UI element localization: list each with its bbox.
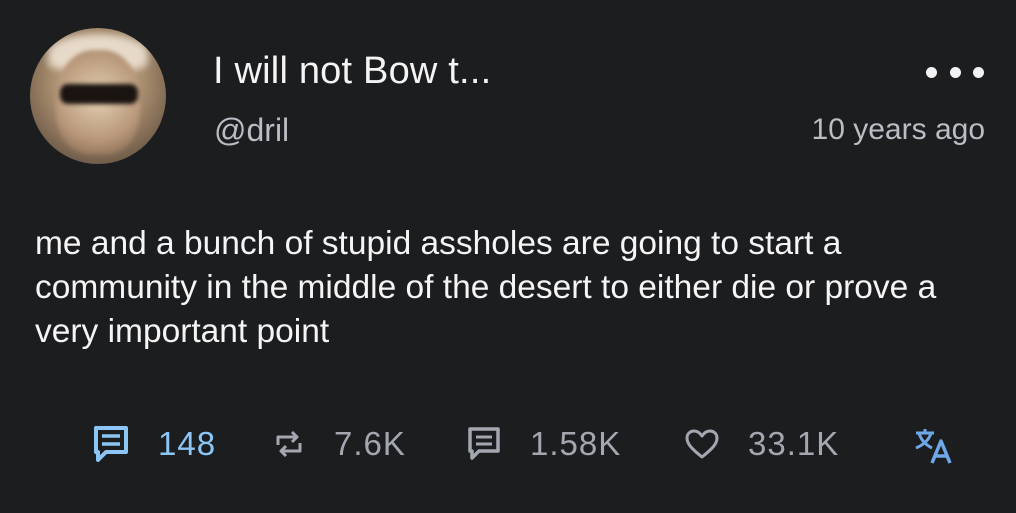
more-dots-icon — [926, 66, 937, 78]
display-name[interactable]: I will not Bow t... — [213, 50, 491, 93]
avatar-glasses — [60, 84, 138, 104]
comments-button[interactable]: 148 — [92, 420, 216, 468]
more-dots-icon — [949, 66, 961, 78]
timestamp: 10 years ago — [811, 113, 985, 146]
translate-icon — [915, 429, 952, 464]
comments-count: 148 — [158, 425, 217, 462]
translate-button[interactable] — [913, 427, 953, 465]
quote-icon — [468, 427, 500, 460]
more-dots-icon — [973, 66, 984, 78]
retweets-count: 7.6K — [334, 425, 406, 462]
heart-icon — [685, 429, 719, 459]
tweet-card: I will not Bow t... @dril 10 years ago m… — [0, 0, 1016, 513]
retweets-button[interactable]: 7.6K — [272, 420, 406, 468]
user-handle[interactable]: @dril — [214, 112, 289, 149]
likes-count: 33.1K — [748, 425, 840, 462]
avatar[interactable] — [30, 28, 166, 164]
quotes-count: 1.58K — [530, 425, 622, 462]
retweet-icon — [276, 430, 302, 458]
likes-button[interactable]: 33.1K — [684, 420, 839, 468]
quotes-button[interactable]: 1.58K — [466, 420, 621, 468]
tweet-text: me and a bunch of stupid assholes are go… — [35, 225, 937, 350]
more-options-button[interactable] — [926, 62, 984, 82]
comment-icon — [94, 426, 128, 462]
